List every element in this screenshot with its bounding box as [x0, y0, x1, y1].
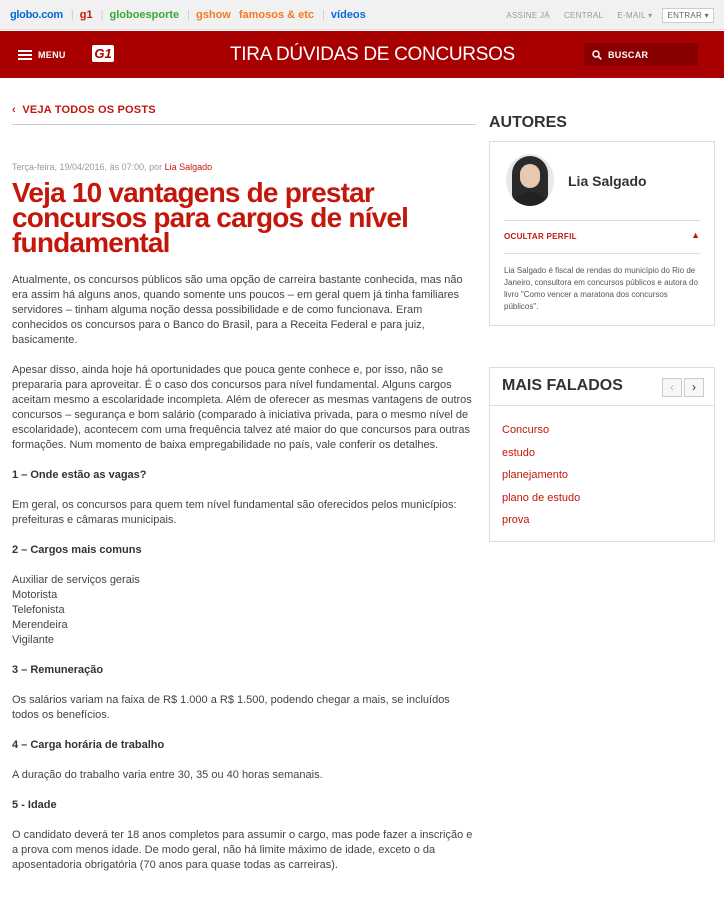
divider	[12, 124, 476, 125]
globo-top-bar: globo.com | g1 | globoesporte | gshow fa…	[0, 0, 724, 30]
tag-link[interactable]: prova	[502, 509, 580, 532]
search-label: BUSCAR	[608, 49, 649, 60]
separator: |	[70, 9, 74, 21]
author-bio: Lia Salgado é fiscal de rendas do municí…	[504, 266, 698, 311]
globo-portal-links: globo.com | g1 | globoesporte | gshow fa…	[10, 0, 374, 30]
most-discussed-card: MAIS FALADOS ‹ › Concurso estudo planeja…	[489, 367, 715, 542]
most-discussed-heading: MAIS FALADOS	[502, 377, 623, 394]
see-all-posts-label: VEJA TODOS OS POSTS	[22, 104, 156, 116]
tag-link[interactable]: Concurso	[502, 419, 580, 442]
list-item: Vigilante	[12, 634, 54, 646]
divider	[504, 253, 700, 254]
email-label: E-MAIL	[617, 10, 646, 20]
list-item: Auxiliar de serviços gerais	[12, 574, 140, 586]
tag-list: Concurso estudo planejamento plano de es…	[502, 419, 580, 532]
site-header: MENU G1 TIRA DÚVIDAS DE CONCURSOS BUSCAR	[0, 31, 724, 78]
post-meta: Terça-feira, 19/04/2016, às 07:00, por L…	[12, 162, 212, 172]
tag-link[interactable]: plano de estudo	[502, 487, 580, 510]
list-item: Motorista	[12, 589, 58, 601]
hide-profile-toggle[interactable]: OCULTAR PERFIL	[504, 232, 577, 241]
chevron-right-icon[interactable]: ›	[684, 378, 704, 397]
list-item: Telefonista	[12, 604, 65, 616]
separator: |	[322, 9, 325, 21]
chevron-down-icon: ▾	[704, 10, 709, 20]
section-heading: 1 – Onde estão as vagas?	[12, 469, 147, 481]
divider	[504, 220, 700, 221]
paragraph: O candidato deverá ter 18 anos completos…	[12, 829, 473, 871]
link-videos[interactable]: vídeos	[331, 9, 366, 21]
paragraph: Em geral, os concursos para quem tem nív…	[12, 499, 457, 526]
authors-heading: AUTORES	[489, 114, 567, 131]
search-icon	[592, 49, 602, 60]
tag-link[interactable]: estudo	[502, 442, 580, 465]
entrar-label: ENTRAR	[667, 10, 703, 20]
separator: |	[187, 9, 191, 21]
chevron-left-icon: ‹	[12, 104, 16, 116]
see-all-posts-link[interactable]: ‹ VEJA TODOS OS POSTS	[12, 104, 156, 116]
paragraph: Atualmente, os concursos públicos são um…	[12, 274, 463, 346]
hamburger-icon	[18, 49, 32, 60]
tag-link[interactable]: planejamento	[502, 464, 580, 487]
author-name[interactable]: Lia Salgado	[568, 173, 647, 189]
link-globo-com[interactable]: globo.com	[10, 9, 63, 21]
link-g1[interactable]: g1	[80, 9, 93, 21]
section-heading: 3 – Remuneração	[12, 664, 104, 676]
link-globoesporte[interactable]: globoesporte	[109, 9, 179, 21]
article-body: Atualmente, os concursos públicos são um…	[12, 273, 478, 888]
assine-link[interactable]: ASSINE JÁ	[506, 11, 550, 20]
author-card: Lia Salgado OCULTAR PERFIL ▲ Lia Salgado…	[489, 141, 715, 326]
section-heading: 5 - Idade	[12, 799, 57, 811]
chevron-left-icon[interactable]: ‹	[662, 378, 682, 397]
link-famosos[interactable]: famosos & etc	[239, 9, 314, 21]
article-title: Veja 10 vantagens de prestar concursos p…	[12, 177, 409, 258]
g1-logo[interactable]: G1	[92, 45, 114, 62]
paragraph: A duração do trabalho varia entre 30, 35…	[12, 769, 323, 781]
entrar-button[interactable]: ENTRAR ▾	[662, 7, 714, 23]
search-input[interactable]: BUSCAR	[584, 43, 698, 66]
cargos-list: Auxiliar de serviços gerais Motorista Te…	[12, 573, 478, 648]
post-date: Terça-feira, 19/04/2016, às 07:00, por	[12, 162, 165, 172]
separator: |	[100, 9, 104, 21]
menu-button[interactable]: MENU	[18, 31, 66, 78]
blog-title[interactable]: TIRA DÚVIDAS DE CONCURSOS	[230, 31, 515, 78]
globo-account-links: ASSINE JÁ CENTRAL E-MAIL ▾ ENTRAR ▾	[492, 0, 714, 30]
section-heading: 2 – Cargos mais comuns	[12, 544, 142, 556]
paragraph: Apesar disso, ainda hoje há oportunidade…	[12, 364, 472, 451]
post-author-link[interactable]: Lia Salgado	[165, 162, 213, 172]
email-link[interactable]: E-MAIL ▾	[617, 11, 652, 20]
divider	[490, 405, 714, 406]
avatar[interactable]	[506, 154, 554, 206]
chevron-down-icon: ▾	[648, 10, 653, 20]
menu-label: MENU	[38, 49, 66, 60]
paragraph: Os salários variam na faixa de R$ 1.000 …	[12, 694, 450, 721]
link-gshow[interactable]: gshow	[196, 9, 231, 21]
central-link[interactable]: CENTRAL	[564, 11, 603, 20]
section-heading: 4 – Carga horária de trabalho	[12, 739, 165, 751]
list-item: Merendeira	[12, 619, 68, 631]
chevron-up-icon[interactable]: ▲	[691, 230, 700, 240]
